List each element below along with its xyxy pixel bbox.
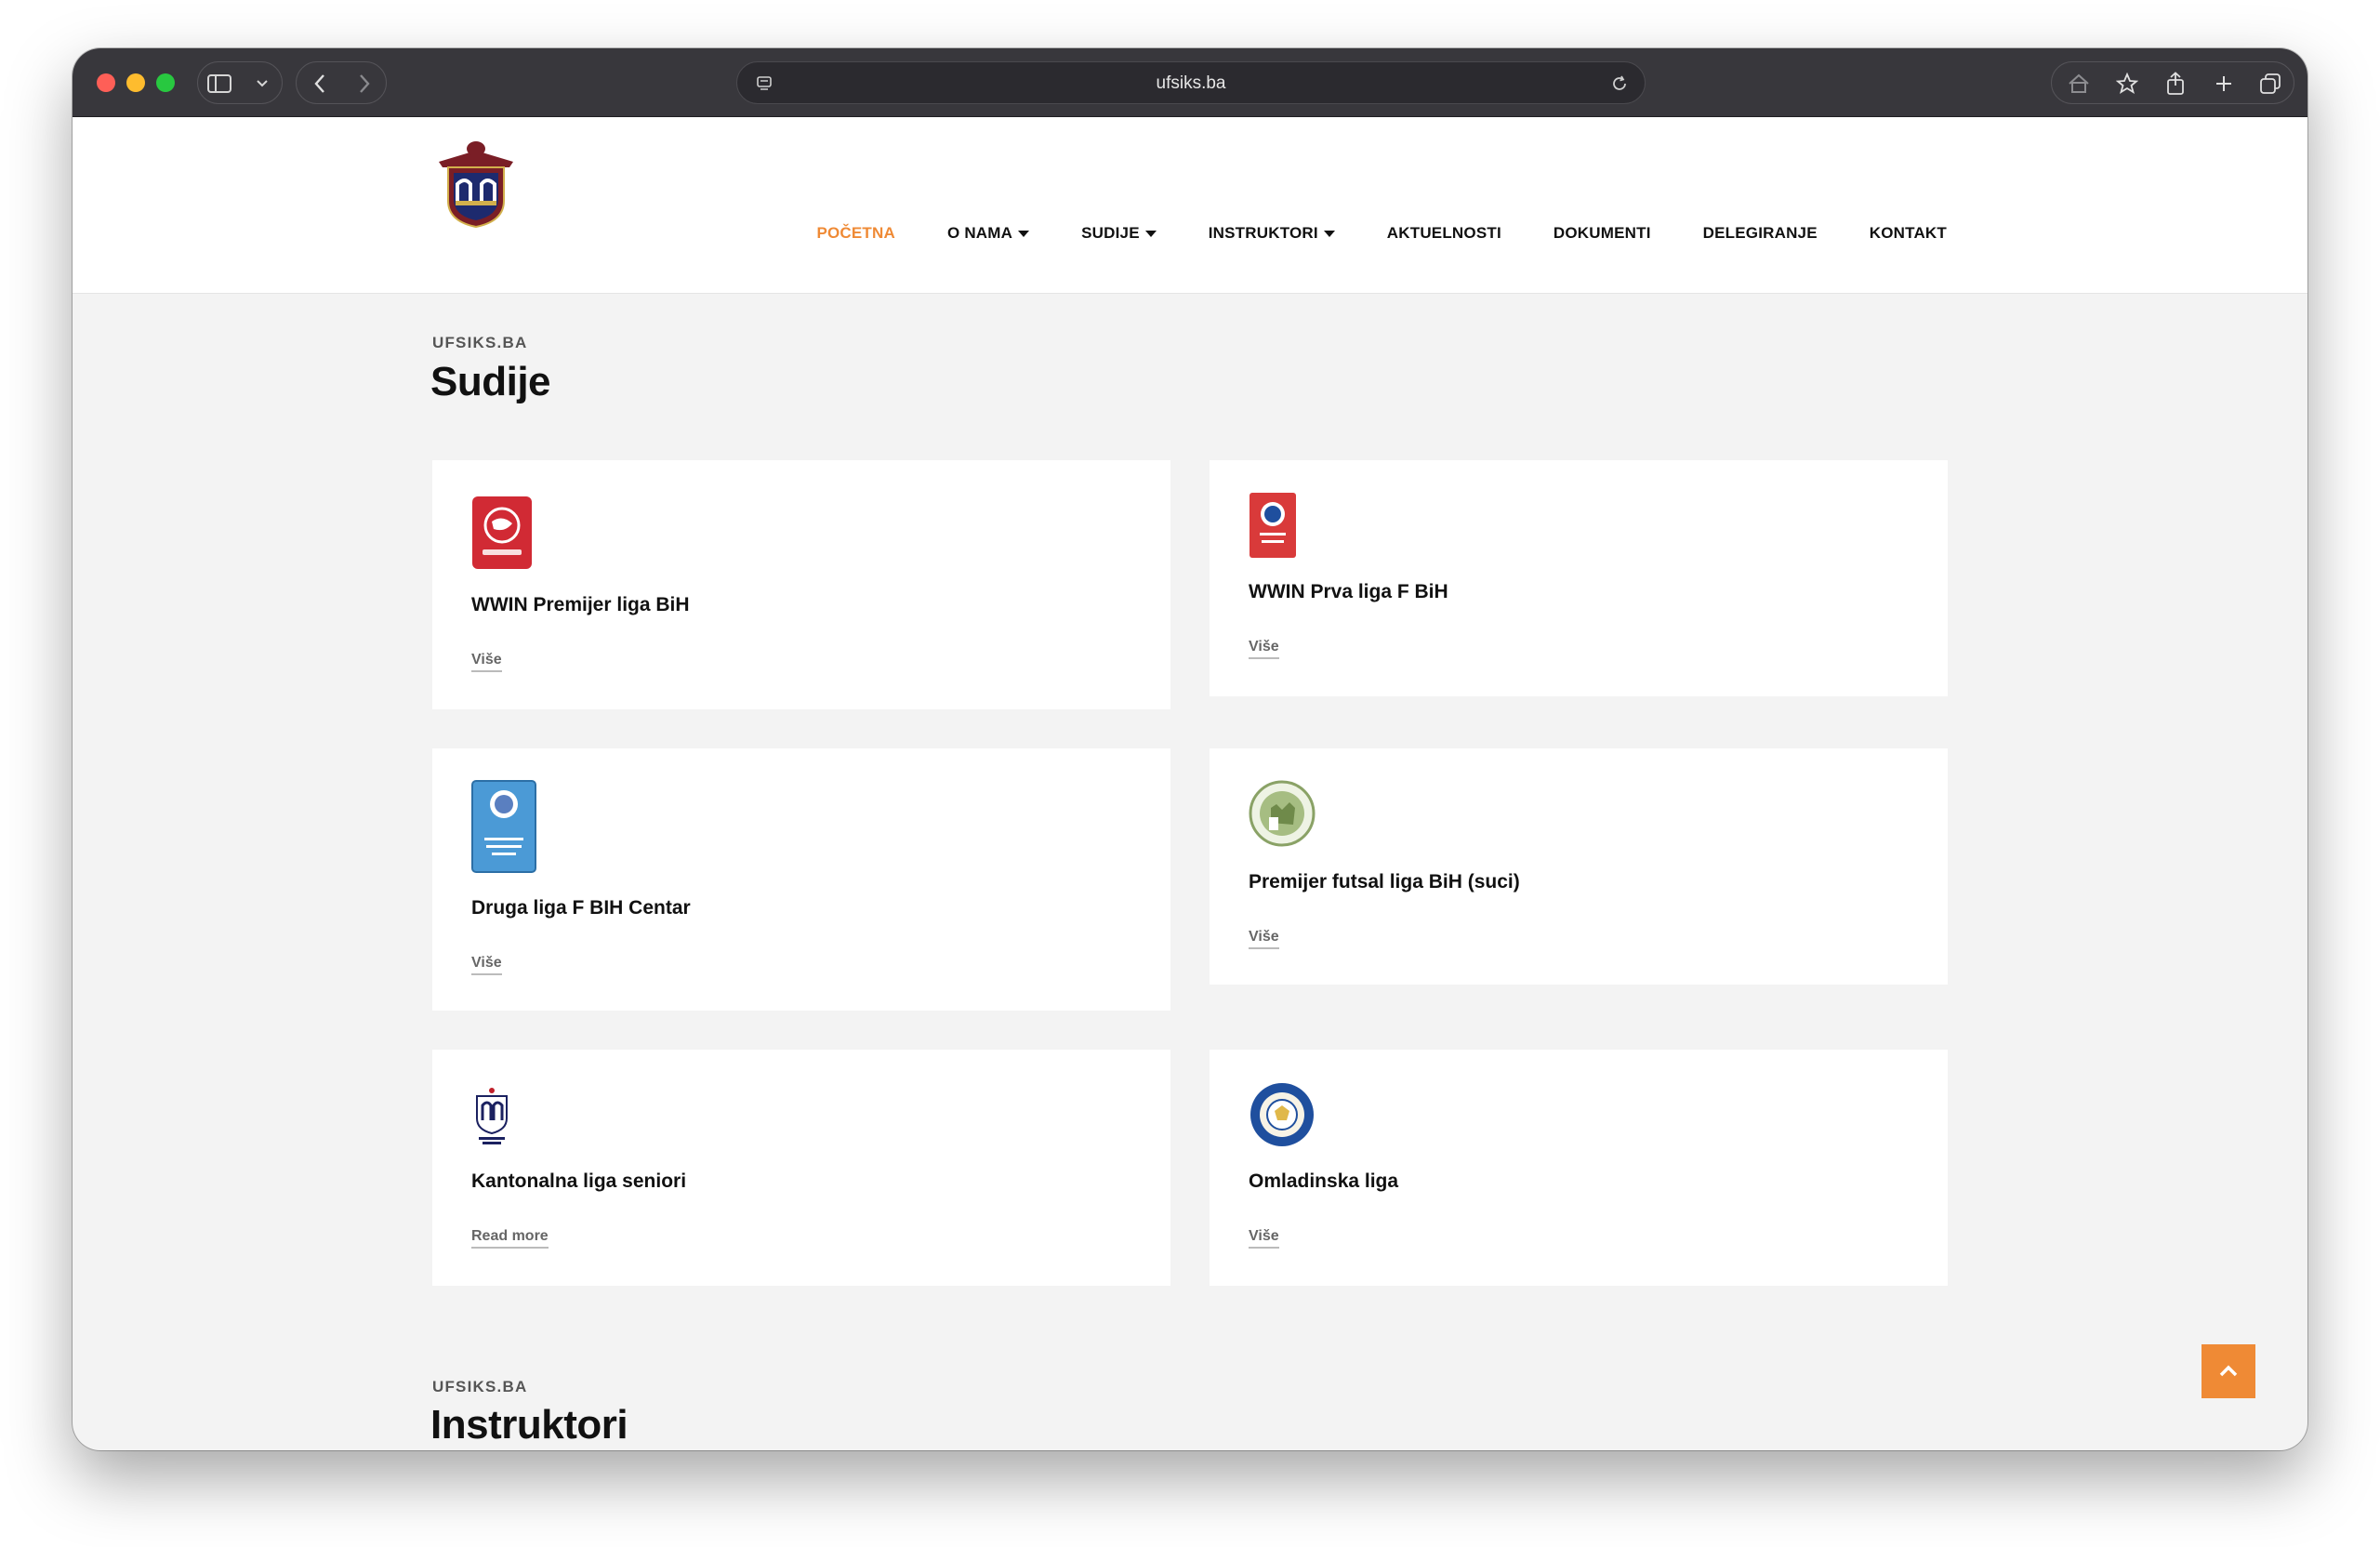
omladinska-liga-logo-icon [1249, 1081, 1316, 1152]
back-arrow-icon[interactable] [298, 62, 341, 105]
card-more-link[interactable]: Više [1249, 1228, 1279, 1249]
sidebar-toggle-group [197, 61, 283, 104]
url-text[interactable]: ufsiks.ba [737, 62, 1645, 105]
section-title-sudije: Sudije [430, 359, 551, 404]
card-title[interactable]: WWIN Premijer liga BiH [471, 594, 690, 616]
share-icon[interactable] [2154, 62, 2197, 105]
browser-toolbar: ufsiks.ba [73, 48, 2307, 117]
nav-item-dokumenti[interactable]: DOKUMENTI [1554, 224, 1651, 243]
nav-item-kontakt[interactable]: KONTAKT [1870, 224, 1947, 243]
section-eyebrow: UFSIKS.BA [432, 334, 528, 351]
nav-label: KONTAKT [1869, 224, 1947, 242]
league-card[interactable]: WWIN Premijer liga BiH Više [432, 460, 1170, 709]
nav-item-pocetna[interactable]: POČETNA [816, 224, 895, 243]
futsal-liga-logo-icon [1249, 780, 1316, 851]
page-content: UFSIKS.BA Sudije WWIN Premijer liga BiH … [73, 294, 2307, 1450]
card-title[interactable]: Premijer futsal liga BiH (suci) [1249, 871, 1520, 893]
back-to-top-button[interactable] [2202, 1344, 2255, 1398]
nav-label: DELEGIRANJE [1702, 224, 1818, 242]
section-title-instruktori: Instruktori [430, 1402, 628, 1448]
nav-label: DOKUMENTI [1553, 224, 1651, 242]
card-title[interactable]: WWIN Prva liga F BiH [1249, 581, 1448, 603]
card-title[interactable]: Kantonalna liga seniori [471, 1170, 686, 1193]
site-header: POČETNA O NAMA SUDIJE INSTRUKTORI AKTUEL… [73, 117, 2307, 294]
nav-item-aktuelnosti[interactable]: AKTUELNOSTI [1387, 224, 1501, 243]
chevron-up-icon [2219, 1365, 2238, 1377]
prva-liga-fbih-logo-icon [1249, 492, 1297, 562]
card-more-link[interactable]: Više [1249, 929, 1279, 949]
league-card[interactable]: Kantonalna liga seniori Read more [432, 1050, 1170, 1286]
druga-liga-logo-icon [471, 780, 536, 877]
toolbar-actions-group [2051, 61, 2294, 104]
card-more-link[interactable]: Više [1249, 639, 1279, 659]
address-bar[interactable]: ufsiks.ba [736, 61, 1646, 104]
caret-down-icon [1018, 230, 1030, 237]
caret-down-icon [1323, 230, 1335, 237]
site-logo[interactable] [430, 134, 522, 231]
zoom-window-button[interactable] [156, 73, 175, 92]
forward-arrow-icon[interactable] [343, 62, 386, 105]
card-title[interactable]: Omladinska liga [1249, 1170, 1398, 1193]
nav-label: POČETNA [816, 224, 895, 242]
sidebar-icon[interactable] [198, 62, 241, 105]
nav-label: O NAMA [946, 224, 1013, 242]
bookmark-star-icon[interactable] [2106, 62, 2149, 105]
kantonalna-liga-logo-icon [471, 1085, 512, 1150]
caret-down-icon [1144, 230, 1157, 237]
card-more-link[interactable]: Read more [471, 1228, 549, 1249]
nav-item-o-nama[interactable]: O NAMA [946, 224, 1030, 243]
nav-item-instruktori[interactable]: INSTRUKTORI [1209, 224, 1335, 243]
league-card[interactable]: Omladinska liga Više [1210, 1050, 1948, 1286]
new-tab-plus-icon[interactable] [2202, 62, 2245, 105]
card-title[interactable]: Druga liga F BIH Centar [471, 897, 691, 919]
navigation-group [296, 61, 387, 104]
card-more-link[interactable]: Više [471, 652, 502, 672]
card-more-link[interactable]: Više [471, 955, 502, 975]
nav-item-delegiranje[interactable]: DELEGIRANJE [1703, 224, 1818, 243]
wwin-liga-logo-icon [471, 496, 533, 574]
minimize-window-button[interactable] [126, 73, 145, 92]
close-window-button[interactable] [97, 73, 115, 92]
nav-label: INSTRUKTORI [1208, 224, 1318, 242]
nav-label: AKTUELNOSTI [1386, 224, 1501, 242]
nav-item-sudije[interactable]: SUDIJE [1081, 224, 1157, 243]
home-icon[interactable] [2057, 62, 2100, 105]
league-card[interactable]: Premijer futsal liga BiH (suci) Više [1210, 748, 1948, 985]
tab-overview-icon[interactable] [2249, 62, 2292, 105]
reload-icon[interactable] [1598, 62, 1641, 105]
league-card[interactable]: WWIN Prva liga F BiH Više [1210, 460, 1948, 696]
chevron-down-icon[interactable] [241, 62, 284, 105]
main-nav: POČETNA O NAMA SUDIJE INSTRUKTORI AKTUEL… [816, 218, 1947, 249]
nav-label: SUDIJE [1081, 224, 1140, 242]
league-card[interactable]: Druga liga F BIH Centar Više [432, 748, 1170, 1011]
browser-window: ufsiks.ba POČETNA O NAMA SUDIJE INSTRUKT… [73, 48, 2307, 1450]
section-eyebrow: UFSIKS.BA [432, 1378, 528, 1395]
